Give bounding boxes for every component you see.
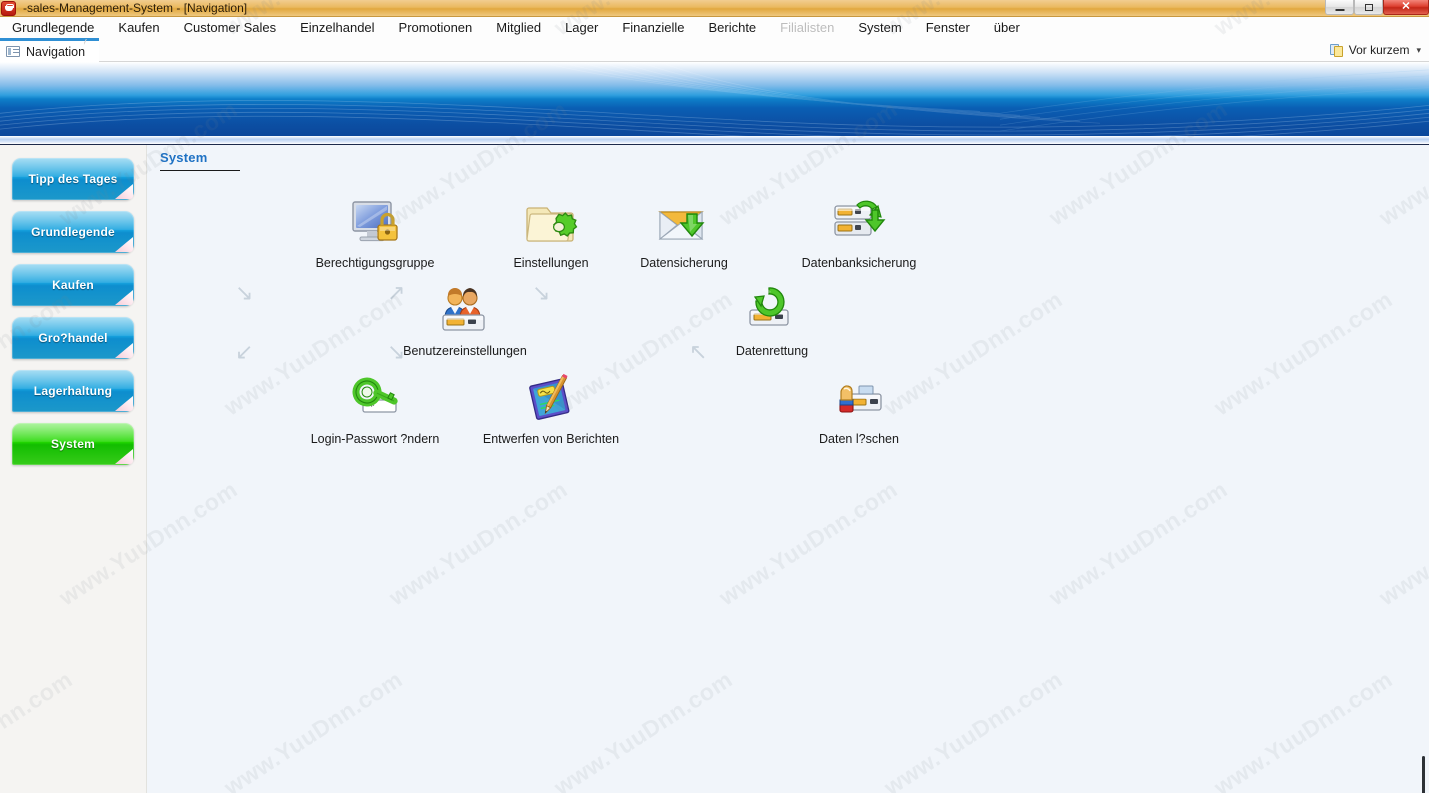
copy-pages-icon — [1329, 43, 1344, 57]
report-design-icon — [476, 366, 626, 428]
menu-item-einzelhandel[interactable]: Einzelhandel — [288, 17, 386, 38]
restore-button[interactable] — [1354, 0, 1383, 15]
recent-menu[interactable]: Vor kurzem ▾ — [1329, 38, 1421, 62]
recent-label: Vor kurzem — [1348, 43, 1410, 57]
page-curl-decoration — [115, 343, 133, 358]
envelope-download-icon — [609, 190, 759, 252]
sidebar-item-label: Grundlegende — [31, 225, 115, 239]
users-server-icon — [390, 278, 540, 340]
group-header: System — [160, 150, 240, 171]
sidebar-item-label: Gro?handel — [38, 331, 108, 345]
folder-gear-icon — [476, 190, 626, 252]
header-banner — [0, 62, 1429, 145]
icon-item-einstellungen[interactable]: Einstellungen — [476, 190, 626, 270]
database-restore-icon — [697, 278, 847, 340]
close-button[interactable]: ✕ — [1383, 0, 1429, 15]
window-title: -sales-Management-System - [Navigation] — [23, 0, 248, 15]
title-bar: -sales-Management-System - [Navigation] … — [0, 0, 1429, 17]
banner-bottom-strip — [0, 136, 1429, 144]
sidebar-item-label: Lagerhaltung — [33, 384, 113, 398]
menu-item-fenster[interactable]: Fenster — [914, 17, 982, 38]
icon-item-login-passwort-ndern[interactable]: * Login-Passwort ?ndern — [300, 366, 450, 446]
document-tab-strip: Navigation Vor kurzem ▾ — [0, 38, 1429, 62]
group-underline — [160, 170, 240, 171]
list-grid-icon — [6, 46, 20, 57]
menu-bar: Grundlegende Kaufen Customer Sales Einzelha… — [0, 17, 1429, 38]
icon-item-label: Login-Passwort ?ndern — [310, 432, 440, 446]
icon-item-datenrettung[interactable]: Datenrettung — [697, 278, 847, 358]
sidebar-item-label: Tipp des Tages — [28, 172, 118, 186]
menu-item-system[interactable]: System — [846, 17, 913, 38]
icon-item-label: Datenbanksicherung — [801, 256, 917, 270]
icon-item-label: Daten l?schen — [819, 432, 899, 446]
connector-arrow-icon: ↙ — [235, 339, 254, 364]
sidebar-item-kaufen[interactable]: Kaufen — [12, 264, 134, 306]
icon-item-label: Datensicherung — [640, 256, 728, 270]
page-curl-decoration — [115, 396, 133, 411]
page-curl-decoration — [115, 237, 133, 252]
application-window: -sales-Management-System - [Navigation] … — [0, 0, 1429, 793]
group-title: System — [160, 150, 208, 165]
body: Tipp des Tages Grundlegende Kaufen Gro?hand… — [0, 145, 1429, 793]
minimize-button[interactable] — [1325, 0, 1354, 15]
sidebar-item-grundlegende[interactable]: Grundlegende — [12, 211, 134, 253]
window-controls: ✕ — [1325, 0, 1429, 17]
sidebar-item-gro-handel[interactable]: Gro?handel — [12, 317, 134, 359]
page-curl-decoration — [115, 449, 133, 464]
menu-item-promotionen[interactable]: Promotionen — [387, 17, 485, 38]
icon-item-datensicherung[interactable]: Datensicherung — [609, 190, 759, 270]
sidebar-item-label: System — [51, 437, 95, 451]
database-delete-icon — [784, 366, 934, 428]
icon-item-label: Berechtigungsgruppe — [315, 256, 435, 270]
page-curl-decoration — [115, 184, 133, 199]
key-password-icon: * — [300, 366, 450, 428]
menu-item-customer-sales[interactable]: Customer Sales — [172, 17, 288, 38]
menu-item-berichte[interactable]: Berichte — [696, 17, 768, 38]
icon-item-daten-l-schen[interactable]: Daten l?schen — [784, 366, 934, 446]
menu-item-grundlegende[interactable]: Grundlegende — [8, 17, 106, 38]
icon-item-label: Einstellungen — [513, 256, 589, 270]
main-content: System Berechtigungsgruppe Einstellungen — [147, 145, 1429, 793]
sidebar: Tipp des Tages Grundlegende Kaufen Gro?hand… — [0, 145, 147, 793]
menu-item-filialisten: Filialisten — [780, 20, 835, 35]
menu-item-finanzielle[interactable]: Finanzielle — [610, 17, 696, 38]
sidebar-item-label: Kaufen — [52, 278, 94, 292]
icon-item-label: Benutzereinstellungen — [403, 344, 527, 358]
shopping-cart-icon — [1, 0, 16, 16]
icon-item-berechtigungsgruppe[interactable]: Berechtigungsgruppe — [300, 190, 450, 270]
monitor-lock-icon — [300, 190, 450, 252]
sidebar-item-lagerhaltung[interactable]: Lagerhaltung — [12, 370, 134, 412]
tab-slant-decoration — [84, 39, 116, 62]
icon-item-label: Datenrettung — [735, 344, 809, 358]
menu-item-kaufen[interactable]: Kaufen — [106, 17, 171, 38]
icon-item-entwerfen-von-berichten[interactable]: Entwerfen von Berichten — [476, 366, 626, 446]
sidebar-item-system[interactable]: System — [12, 423, 134, 465]
database-backup-icon — [784, 190, 934, 252]
icon-item-label: Entwerfen von Berichten — [482, 432, 620, 446]
chevron-down-icon: ▾ — [1416, 44, 1421, 55]
icon-item-datenbanksicherung[interactable]: Datenbanksicherung — [784, 190, 934, 270]
connector-arrow-icon: ↘ — [235, 280, 254, 305]
menu-item-lager[interactable]: Lager — [553, 17, 610, 38]
menu-item--ber[interactable]: über — [982, 17, 1032, 38]
banner-wave-decoration — [0, 62, 1429, 136]
page-curl-decoration — [115, 290, 133, 305]
sidebar-item-tipp-des-tages[interactable]: Tipp des Tages — [12, 158, 134, 200]
icon-item-benutzereinstellungen[interactable]: Benutzereinstellungen — [390, 278, 540, 358]
tab-navigation-label: Navigation — [26, 44, 86, 59]
close-icon: ✕ — [1401, 0, 1411, 13]
vertical-scrollbar[interactable] — [1414, 746, 1428, 793]
menu-item-mitglied[interactable]: Mitglied — [484, 17, 553, 38]
